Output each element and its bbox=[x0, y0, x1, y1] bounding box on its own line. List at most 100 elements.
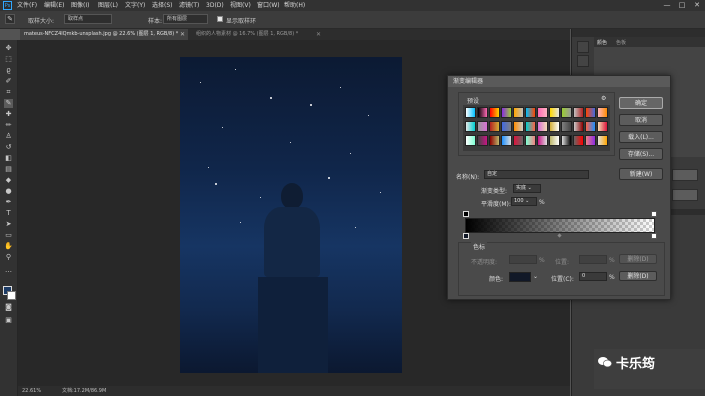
opacity-stop-right[interactable] bbox=[651, 211, 657, 217]
preset-swatch[interactable] bbox=[585, 121, 596, 132]
menu-file[interactable]: 文件(F) bbox=[17, 1, 37, 10]
preset-swatch[interactable] bbox=[537, 107, 548, 118]
preset-swatch[interactable] bbox=[561, 135, 572, 146]
tab-document-2[interactable]: 组织的人物素材 @ 16.7% (图层 1, RGB/8) * bbox=[192, 29, 322, 40]
preset-swatch[interactable] bbox=[597, 121, 608, 132]
background-color-swatch[interactable] bbox=[7, 291, 16, 300]
quick-select-tool-icon[interactable]: ✐ bbox=[4, 77, 13, 86]
preset-swatch[interactable] bbox=[549, 135, 560, 146]
preset-swatch[interactable] bbox=[561, 107, 572, 118]
menu-type[interactable]: 文字(Y) bbox=[125, 1, 145, 10]
history-brush-tool-icon[interactable]: ↺ bbox=[4, 143, 13, 152]
tab-color[interactable]: 颜色 bbox=[597, 39, 607, 46]
load-button[interactable]: 载入(L)... bbox=[619, 131, 663, 143]
preset-swatch[interactable] bbox=[513, 121, 524, 132]
menu-help[interactable]: 帮助(H) bbox=[284, 1, 305, 10]
menu-3d[interactable]: 3D(D) bbox=[206, 1, 224, 10]
move-tool-icon[interactable]: ✥ bbox=[4, 44, 13, 53]
color-location-field[interactable]: 0 bbox=[579, 272, 607, 281]
preset-swatch[interactable] bbox=[573, 107, 584, 118]
preset-swatch[interactable] bbox=[465, 135, 476, 146]
history-panel-icon[interactable] bbox=[577, 41, 589, 53]
menu-select[interactable]: 选择(S) bbox=[152, 1, 173, 10]
hand-tool-icon[interactable]: ✋ bbox=[4, 242, 13, 251]
gradient-tool-icon[interactable]: ▤ bbox=[4, 165, 13, 174]
zoom-level[interactable]: 22.61% bbox=[22, 386, 41, 396]
stop-color-swatch[interactable] bbox=[509, 272, 531, 282]
tab-close-icon[interactable]: ✕ bbox=[316, 29, 324, 40]
screen-mode-icon[interactable]: ▣ bbox=[4, 316, 13, 325]
path-select-tool-icon[interactable]: ➤ bbox=[4, 220, 13, 229]
preset-swatch[interactable] bbox=[465, 107, 476, 118]
show-sampling-ring-checkbox[interactable] bbox=[217, 16, 223, 22]
color-stop-right[interactable] bbox=[651, 233, 657, 239]
cancel-button[interactable]: 取消 bbox=[619, 114, 663, 126]
crop-tool-icon[interactable]: ⌗ bbox=[4, 88, 13, 97]
preset-swatch[interactable] bbox=[501, 121, 512, 132]
tab-close-icon[interactable]: ✕ bbox=[180, 29, 188, 40]
menu-layer[interactable]: 图层(L) bbox=[98, 1, 118, 10]
name-field[interactable]: 自定 bbox=[484, 170, 589, 179]
sample-size-select[interactable]: 取样点 bbox=[64, 14, 112, 24]
pen-tool-icon[interactable]: ✒ bbox=[4, 198, 13, 207]
eraser-tool-icon[interactable]: ◧ bbox=[4, 154, 13, 163]
tab-swatches[interactable]: 色板 bbox=[616, 39, 626, 46]
type-tool-icon[interactable]: T bbox=[4, 209, 13, 218]
preset-swatch[interactable] bbox=[537, 135, 548, 146]
preset-swatch[interactable] bbox=[585, 107, 596, 118]
preset-swatch[interactable] bbox=[525, 107, 536, 118]
panel-button[interactable] bbox=[672, 189, 698, 201]
preset-swatch[interactable] bbox=[549, 121, 560, 132]
eyedropper-tool-icon[interactable]: ✎ bbox=[4, 99, 13, 108]
preset-swatch[interactable] bbox=[573, 121, 584, 132]
preset-swatch[interactable] bbox=[513, 135, 524, 146]
stop-color-menu-icon[interactable]: ⌄ bbox=[533, 273, 538, 280]
properties-panel-icon[interactable] bbox=[577, 55, 589, 67]
preset-swatch[interactable] bbox=[597, 107, 608, 118]
preset-swatch[interactable] bbox=[597, 135, 608, 146]
dodge-tool-icon[interactable]: ● bbox=[4, 187, 13, 196]
menu-image[interactable]: 图像(I) bbox=[71, 1, 89, 10]
preset-swatch[interactable] bbox=[489, 121, 500, 132]
sample-select[interactable]: 所有图层 bbox=[163, 14, 208, 24]
preset-swatch[interactable] bbox=[489, 107, 500, 118]
opacity-stop-left[interactable] bbox=[463, 211, 469, 217]
close-window-button[interactable]: ✕ bbox=[690, 0, 704, 11]
preset-swatch[interactable] bbox=[561, 121, 572, 132]
menu-window[interactable]: 窗口(W) bbox=[257, 1, 280, 10]
minimize-button[interactable]: — bbox=[660, 0, 674, 11]
preset-swatch[interactable] bbox=[477, 121, 488, 132]
preset-swatch[interactable] bbox=[477, 135, 488, 146]
menu-filter[interactable]: 滤镜(T) bbox=[179, 1, 199, 10]
menu-edit[interactable]: 编辑(E) bbox=[44, 1, 64, 10]
preset-swatch[interactable] bbox=[537, 121, 548, 132]
clone-stamp-tool-icon[interactable]: ♙ bbox=[4, 132, 13, 141]
opacity-field[interactable] bbox=[509, 255, 537, 264]
preset-swatch[interactable] bbox=[477, 107, 488, 118]
preset-swatch[interactable] bbox=[573, 135, 584, 146]
smoothness-field[interactable]: 100 ⌄ bbox=[511, 197, 537, 206]
maximize-button[interactable]: □ bbox=[675, 0, 689, 11]
lasso-tool-icon[interactable]: ϱ bbox=[4, 66, 13, 75]
blur-tool-icon[interactable]: ◆ bbox=[4, 176, 13, 185]
save-button[interactable]: 存储(S)... bbox=[619, 148, 663, 160]
marquee-tool-icon[interactable]: ⬚ bbox=[4, 55, 13, 64]
healing-brush-tool-icon[interactable]: ✚ bbox=[4, 110, 13, 119]
preset-swatch[interactable] bbox=[501, 107, 512, 118]
preset-swatch[interactable] bbox=[585, 135, 596, 146]
presets-gear-icon[interactable]: ⚙ bbox=[601, 95, 606, 102]
zoom-tool-icon[interactable]: ⚲ bbox=[4, 253, 13, 262]
gradient-type-select[interactable]: 实底 ⌄ bbox=[513, 184, 541, 193]
brush-tool-icon[interactable]: ✏ bbox=[4, 121, 13, 130]
more-tools-icon[interactable]: … bbox=[4, 266, 13, 275]
color-delete-button[interactable]: 删除(D) bbox=[619, 271, 657, 281]
rectangle-tool-icon[interactable]: ▭ bbox=[4, 231, 13, 240]
panel-button[interactable] bbox=[672, 169, 698, 181]
new-button[interactable]: 新建(W) bbox=[619, 168, 663, 180]
canvas-image[interactable] bbox=[180, 57, 402, 373]
preset-swatch[interactable] bbox=[501, 135, 512, 146]
ok-button[interactable]: 确定 bbox=[619, 97, 663, 109]
color-stop-left[interactable] bbox=[463, 233, 469, 239]
midpoint-diamond[interactable] bbox=[557, 233, 562, 238]
quick-mask-icon[interactable]: ◙ bbox=[4, 303, 13, 312]
